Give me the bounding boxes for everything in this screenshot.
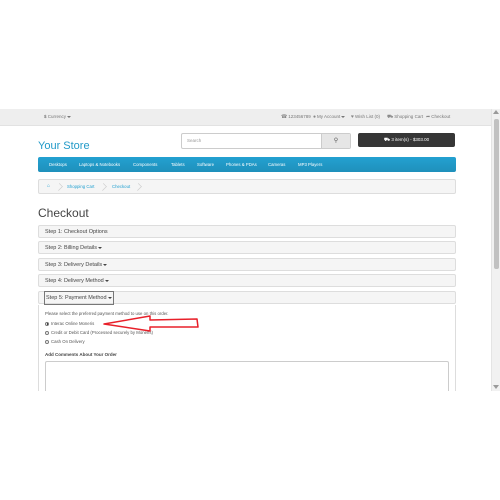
- breadcrumb-shopping-cart[interactable]: Shopping Cart: [67, 180, 94, 193]
- scrollbar-thumb[interactable]: [494, 119, 499, 269]
- menu-item-mp3[interactable]: MP3 Players: [298, 157, 322, 172]
- radio-card[interactable]: [45, 330, 49, 335]
- radio-cod[interactable]: [45, 339, 49, 344]
- breadcrumb-separator: [99, 183, 107, 191]
- menu-item-laptops[interactable]: Laptops & Notebooks: [79, 157, 120, 172]
- comments-textarea[interactable]: [45, 361, 449, 391]
- step-2-title: Step 2: Billing Details: [45, 242, 102, 254]
- step-1-title: Step 1: Checkout Options: [45, 229, 108, 235]
- chevron-down-icon: [67, 115, 72, 118]
- checkout-link[interactable]: ➦Checkout: [426, 114, 450, 120]
- step-1-panel[interactable]: Step 1: Checkout Options: [38, 225, 456, 238]
- breadcrumb-checkout[interactable]: Checkout: [112, 180, 130, 193]
- my-account-dropdown[interactable]: ●My Account: [313, 114, 346, 120]
- cart-button[interactable]: ⛟ 3 item(s) - $303.00: [358, 133, 455, 147]
- menu-item-desktops[interactable]: Desktops: [49, 157, 67, 172]
- comments-label: Add Comments About Your Order: [45, 352, 117, 357]
- chevron-down-icon: [341, 115, 346, 118]
- step-5-title: Step 5: Payment Method: [44, 291, 114, 305]
- menu-item-software[interactable]: Software: [197, 157, 214, 172]
- store-logo[interactable]: Your Store: [38, 140, 90, 152]
- search-input[interactable]: Search: [182, 134, 322, 148]
- browser-viewport: $ Currency ☎123456789 ●My Account ♥Wish …: [0, 109, 500, 391]
- step-4-title: Step 4: Delivery Method: [45, 275, 109, 287]
- page-title: Checkout: [38, 206, 89, 220]
- cart-icon: ⛟: [387, 114, 394, 120]
- shopping-cart-link[interactable]: ⛟Shopping Cart: [387, 114, 423, 121]
- step-2-panel[interactable]: Step 2: Billing Details: [38, 241, 456, 254]
- menu-item-cameras[interactable]: Cameras: [268, 157, 285, 172]
- step-4-panel[interactable]: Step 4: Delivery Method: [38, 274, 456, 287]
- heart-icon: ♥: [351, 114, 354, 120]
- payment-option-cod[interactable]: Cash On Delivery: [45, 339, 85, 344]
- radio-interac[interactable]: [45, 321, 49, 326]
- step-3-panel[interactable]: Step 3: Delivery Details: [38, 258, 456, 271]
- search-box: Search ⚲: [181, 133, 351, 149]
- breadcrumb-separator: [55, 183, 63, 191]
- search-button[interactable]: ⚲: [321, 134, 350, 148]
- chevron-down-icon: [97, 246, 102, 249]
- chevron-down-icon: [104, 279, 109, 282]
- share-icon: ➦: [426, 114, 431, 120]
- home-icon[interactable]: ⌂: [47, 180, 50, 193]
- search-icon: ⚲: [333, 138, 339, 144]
- menu-item-components[interactable]: Components: [133, 157, 157, 172]
- scroll-up-icon[interactable]: [493, 110, 499, 114]
- scrollbar[interactable]: [491, 109, 500, 391]
- scroll-down-icon[interactable]: [493, 385, 499, 389]
- menu-item-phones[interactable]: Phones & PDAs: [226, 157, 257, 172]
- phone-icon: ☎: [281, 114, 288, 120]
- currency-symbol-icon: $: [44, 114, 47, 119]
- currency-dropdown[interactable]: $ Currency: [44, 114, 72, 119]
- breadcrumb: ⌂ Shopping Cart Checkout: [38, 179, 456, 194]
- wishlist-link[interactable]: ♥Wish List (0): [351, 114, 380, 120]
- cart-icon: ⛟: [383, 137, 391, 143]
- breadcrumb-separator: [134, 183, 142, 191]
- annotation-arrow-icon: [103, 315, 199, 332]
- menu-item-tablets[interactable]: Tablets: [171, 157, 185, 172]
- chevron-down-icon: [107, 296, 112, 299]
- chevron-down-icon: [103, 263, 108, 266]
- step-5-panel[interactable]: Step 5: Payment Method: [38, 291, 456, 305]
- user-icon: ●: [313, 114, 317, 120]
- payment-option-interac[interactable]: Interac Online Moneris: [45, 321, 94, 326]
- main-menu: Desktops Laptops & Notebooks Components …: [38, 157, 456, 172]
- step-3-title: Step 3: Delivery Details: [45, 259, 108, 271]
- phone-link[interactable]: ☎123456789: [281, 114, 311, 120]
- top-bar: $ Currency ☎123456789 ●My Account ♥Wish …: [0, 109, 492, 126]
